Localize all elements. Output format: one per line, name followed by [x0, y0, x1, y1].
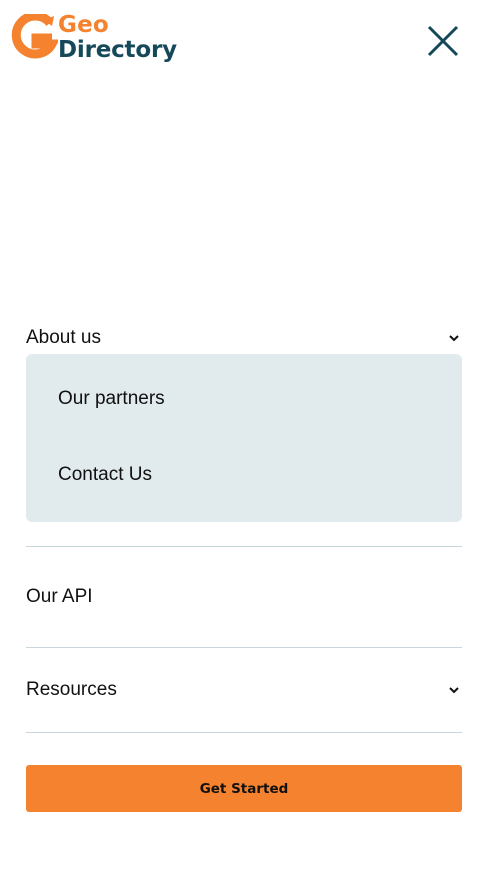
- about-us-submenu: Our partners Contact Us: [26, 354, 462, 522]
- get-started-button[interactable]: Get Started: [26, 765, 462, 812]
- menu-item-about-us[interactable]: About us: [26, 322, 462, 354]
- close-menu-button[interactable]: [422, 20, 464, 62]
- menu-item-label: About us: [26, 327, 101, 348]
- logo-text-geo: Geo: [58, 12, 109, 38]
- chevron-down-icon[interactable]: [448, 684, 460, 696]
- main-nav-menu: About us Our partners Contact Us Our API…: [26, 322, 462, 812]
- close-icon: [427, 25, 459, 57]
- menu-divider: [26, 732, 462, 733]
- menu-item-our-api[interactable]: Our API: [26, 547, 462, 647]
- chevron-down-icon[interactable]: [448, 332, 460, 344]
- logo-text-directory: Directory: [58, 37, 177, 63]
- menu-item-label: Our API: [26, 586, 93, 607]
- menu-item-label: Resources: [26, 679, 117, 700]
- submenu-item-contact-us[interactable]: Contact Us: [58, 464, 152, 486]
- geodirectory-logo[interactable]: Geo Directory: [10, 14, 190, 70]
- mobile-menu-page: Geo Directory About us Our partners Cont…: [0, 0, 481, 896]
- menu-item-resources[interactable]: Resources: [26, 648, 462, 732]
- logo-g-mark-icon: [11, 14, 58, 59]
- submenu-item-our-partners[interactable]: Our partners: [58, 388, 165, 410]
